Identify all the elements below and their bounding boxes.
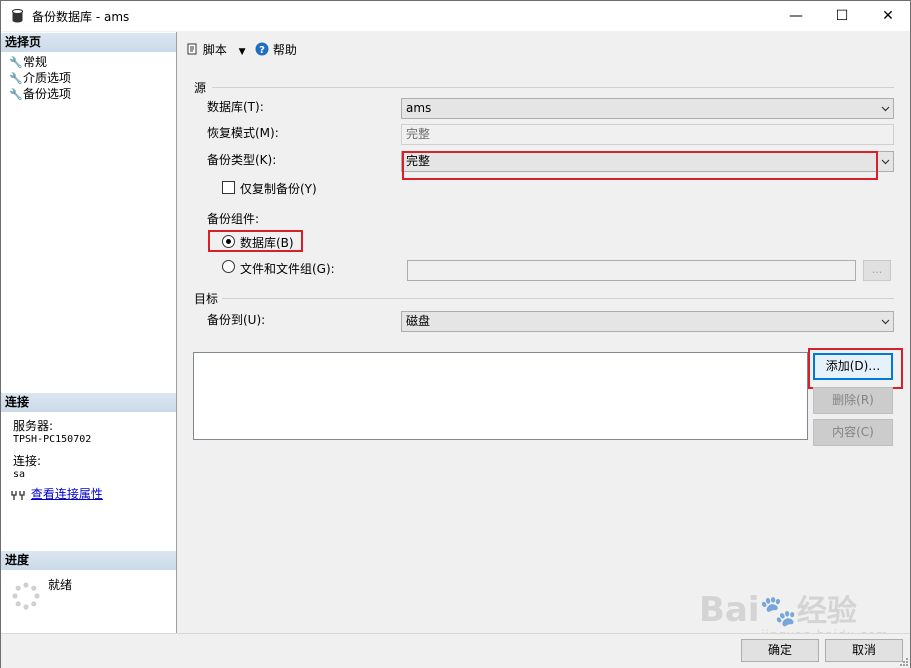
database-dropdown[interactable]: ams [401,98,894,119]
component-database-label: 数据库(B) [240,236,294,250]
help-label: 帮助 [272,43,297,57]
toolbar: 脚本 ▼ ? 帮助 [178,32,910,66]
page-general-label: 常规 [23,55,48,69]
view-connection-properties-link[interactable]: 查看连接属性 [31,487,103,501]
component-files-radio[interactable] [222,260,235,273]
backup-type-label: 备份类型(K): [207,153,277,167]
destination-list[interactable] [193,352,808,440]
server-value: TPSH-PC150702 [13,434,92,445]
page-media-options-label: 介质选项 [23,71,72,85]
ok-button[interactable]: 确定 [741,639,819,662]
copy-only-checkbox[interactable] [222,181,235,194]
chevron-down-icon [881,159,890,165]
connection-plug-icon [11,490,25,500]
progress-status: 就绪 [48,578,73,592]
recovery-model-value: 完整 [406,127,431,141]
general-page: 脚本 ▼ ? 帮助 源 数据库(T): ams 恢复模式(M): 完整 备份类型… [178,32,910,633]
script-label: 脚本 [202,43,227,57]
copy-only-label: 仅复制备份(Y) [240,182,317,196]
left-pane: 选择页 🔧常规 🔧介质选项 🔧备份选项 连接 服务器: TPSH-PC15070… [1,32,177,633]
watermark-logo: Bai🐾经验 [699,586,857,630]
recovery-model-label: 恢复模式(M): [207,126,279,140]
filegroup-browse-button[interactable]: ... [863,260,891,281]
backup-database-dialog: 备份数据库 - ams — ☐ ✕ 选择页 🔧常规 🔧介质选项 🔧备份选项 连接… [0,0,911,668]
window-title: 备份数据库 - ams [32,10,130,24]
minimize-button[interactable]: — [773,1,819,31]
destination-group-divider [222,298,894,299]
watermark-paw-icon: 🐾 [759,594,797,629]
wrench-icon: 🔧 [9,72,23,85]
progress-header: 进度 [1,551,176,570]
help-icon: ? [255,42,269,56]
component-database-radio[interactable] [222,235,235,248]
server-label: 服务器: [13,419,54,433]
backup-to-label: 备份到(U): [207,313,266,327]
backup-to-dropdown[interactable]: 磁盘 [401,311,894,332]
source-group-title: 源 [194,81,207,95]
backup-component-label: 备份组件: [207,212,260,226]
svg-text:?: ? [259,45,265,56]
recovery-model-field: 完整 [401,124,894,145]
connection-value: sa [13,469,26,480]
connection-label: 连接: [13,454,42,468]
backup-to-value: 磁盘 [406,314,431,328]
source-group-divider [212,87,894,88]
database-icon [12,9,23,23]
page-backup-options[interactable]: 🔧备份选项 [9,86,71,102]
dialog-footer: 确定 取消 [1,633,910,668]
chevron-down-icon [881,106,890,112]
backup-type-highlight [402,151,878,180]
page-backup-options-label: 备份选项 [23,87,72,101]
remove-destination-button[interactable]: 删除(R) [813,387,893,414]
title-bar: 备份数据库 - ams — ☐ ✕ [1,1,910,31]
watermark-brand-cn: 经验 [796,594,857,629]
contents-button[interactable]: 内容(C) [813,419,893,446]
progress-spinner-icon [12,582,40,610]
add-destination-button[interactable]: 添加(D)… [813,353,893,380]
component-files-label: 文件和文件组(G): [240,262,335,276]
wrench-icon: 🔧 [9,56,23,69]
resize-grip-icon[interactable] [898,656,908,666]
radio-selected-dot [226,239,231,244]
wrench-icon: 🔧 [9,88,23,101]
select-page-header: 选择页 [1,33,176,52]
filegroup-textbox [407,260,856,281]
close-button[interactable]: ✕ [865,1,911,31]
page-general[interactable]: 🔧常规 [9,54,47,70]
watermark-brand: Bai [699,590,760,630]
script-button[interactable]: 脚本 ▼ [185,41,246,58]
destination-group-title: 目标 [194,292,219,306]
database-value: ams [406,101,432,115]
view-connection-properties[interactable]: 查看连接属性 [11,488,103,501]
cancel-button[interactable]: 取消 [825,639,903,662]
page-media-options[interactable]: 🔧介质选项 [9,70,71,86]
help-button[interactable]: ? 帮助 [255,41,297,58]
script-dropdown-arrow-icon[interactable]: ▼ [239,47,246,57]
script-icon [187,43,197,55]
maximize-button[interactable]: ☐ [819,1,865,31]
database-label: 数据库(T): [207,100,264,114]
connection-header: 连接 [1,393,176,412]
chevron-down-icon [881,319,890,325]
